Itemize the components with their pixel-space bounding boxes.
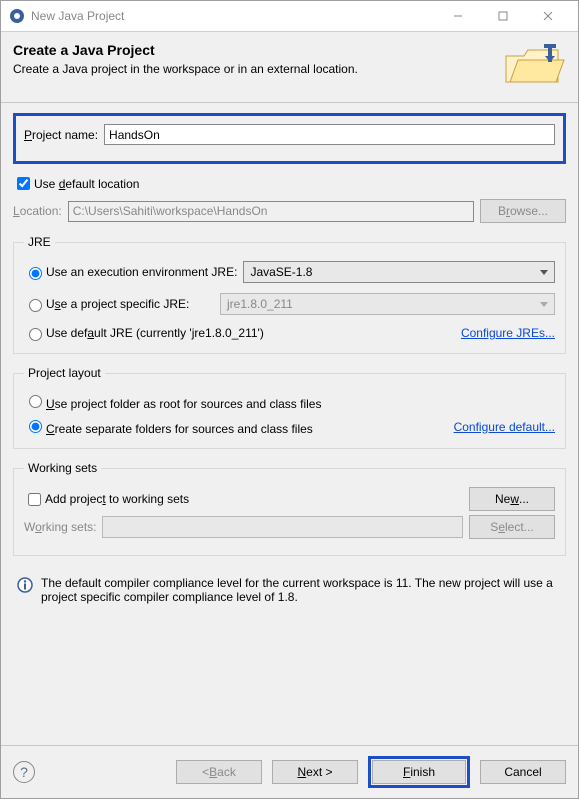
add-to-ws-text: to working sets [106, 492, 189, 506]
help-button[interactable]: ? [13, 761, 35, 783]
exec-env-select[interactable]: JavaSE-1.8 [243, 261, 555, 283]
chevron-down-icon [540, 270, 548, 275]
ws-select [102, 516, 463, 538]
use-default-jre-label: Use default JRE (currently 'jre1.8.0_211… [46, 326, 264, 340]
ws-label-text: rking sets: [42, 520, 97, 534]
project-name-highlight: Project name: [13, 113, 566, 164]
chevron-down-icon [540, 302, 548, 307]
back-text: ack [217, 765, 236, 779]
project-name-label-text: roject name: [32, 128, 98, 142]
jre-group: JRE Use an execution environment JRE: Ja… [13, 235, 566, 354]
project-name-input[interactable] [104, 124, 555, 145]
wizard-banner: Create a Java Project Create a Java proj… [1, 32, 578, 103]
page-title: Create a Java Project [13, 42, 494, 58]
page-subtitle: Create a Java project in the workspace o… [13, 62, 494, 76]
select-ws-text: lect... [505, 520, 534, 534]
root-folder-radio[interactable]: Use project folder as root for sources a… [24, 392, 321, 411]
back-button: < Back [176, 760, 262, 784]
new-ws-button[interactable]: New... [469, 487, 555, 511]
finish-text: inish [410, 765, 435, 779]
wizard-footer: ? < Back Next > Finish Cancel [1, 745, 578, 798]
default-jre-text: ult JRE (currently 'jre1.8.0_211') [94, 326, 264, 340]
close-button[interactable] [525, 2, 570, 31]
separate-folders-radio[interactable]: Create separate folders for sources and … [24, 417, 313, 436]
titlebar: New Java Project [1, 1, 578, 32]
ws-label: Working sets: [24, 520, 96, 534]
browse-text: owse... [510, 204, 548, 218]
add-to-ws-input[interactable] [28, 493, 41, 506]
browse-button: Browse... [480, 199, 566, 223]
use-default-jre-radio[interactable]: Use default JRE (currently 'jre1.8.0_211… [24, 325, 264, 341]
finish-button[interactable]: Finish [372, 760, 466, 784]
use-default-loc-text: efault location [65, 177, 139, 191]
configure-default-link[interactable]: Configure default... [454, 420, 555, 434]
info-text: The default compiler compliance level fo… [41, 576, 562, 604]
maximize-button[interactable] [480, 2, 525, 31]
add-to-ws-checkbox[interactable]: Add project to working sets [24, 490, 463, 509]
use-project-jre-radio-input[interactable] [29, 299, 42, 312]
separate-folders-label: reate separate folders for sources and c… [55, 422, 313, 436]
location-label: Location: [13, 204, 62, 218]
configure-jres-link[interactable]: Configure JREs... [461, 326, 555, 340]
use-default-location-checkbox[interactable]: Use default location [13, 174, 139, 193]
project-specific-text: e a project specific JRE: [61, 297, 190, 311]
window-controls [435, 2, 570, 31]
project-layout-group: Project layout Use project folder as roo… [13, 366, 566, 449]
root-folder-radio-input[interactable] [29, 395, 42, 408]
app-icon [9, 8, 25, 24]
minimize-button[interactable] [435, 2, 480, 31]
use-default-location-label: Use default location [34, 177, 139, 191]
ws-legend: Working sets [24, 461, 101, 475]
location-label-text: ocation: [20, 204, 62, 218]
use-exec-env-radio[interactable]: Use an execution environment JRE: [24, 264, 237, 280]
working-sets-group: Working sets Add project to working sets… [13, 461, 566, 556]
use-project-jre-label: Use a project specific JRE: [46, 297, 189, 311]
root-folder-label: se project folder as root for sources an… [55, 397, 322, 411]
project-name-label: Project name: [24, 128, 98, 142]
folder-icon [502, 42, 566, 90]
use-exec-env-radio-input[interactable] [29, 267, 42, 280]
layout-legend: Project layout [24, 366, 105, 380]
jre-legend: JRE [24, 235, 55, 249]
use-default-location-input[interactable] [17, 177, 30, 190]
next-text: ext > [306, 765, 332, 779]
project-jre-select: jre1.8.0_211 [220, 293, 555, 315]
use-project-jre-radio[interactable]: Use a project specific JRE: [24, 296, 214, 312]
info-message: The default compiler compliance level fo… [13, 568, 566, 612]
select-ws-button: Select... [469, 515, 555, 539]
use-exec-env-label: Use an execution environment JRE: [46, 265, 237, 279]
exec-env-value: JavaSE-1.8 [250, 265, 312, 279]
separate-folders-radio-input[interactable] [29, 420, 42, 433]
info-icon [17, 577, 33, 596]
cancel-button[interactable]: Cancel [480, 760, 566, 784]
finish-highlight: Finish [368, 756, 470, 788]
window-title: New Java Project [31, 9, 435, 23]
use-default-jre-radio-input[interactable] [29, 328, 42, 341]
location-input [68, 201, 474, 222]
wizard-content: Project name: Use default location Locat… [1, 103, 578, 745]
next-button[interactable]: Next > [272, 760, 358, 784]
project-jre-value: jre1.8.0_211 [227, 297, 293, 311]
add-to-ws-label: Add project to working sets [45, 492, 189, 506]
